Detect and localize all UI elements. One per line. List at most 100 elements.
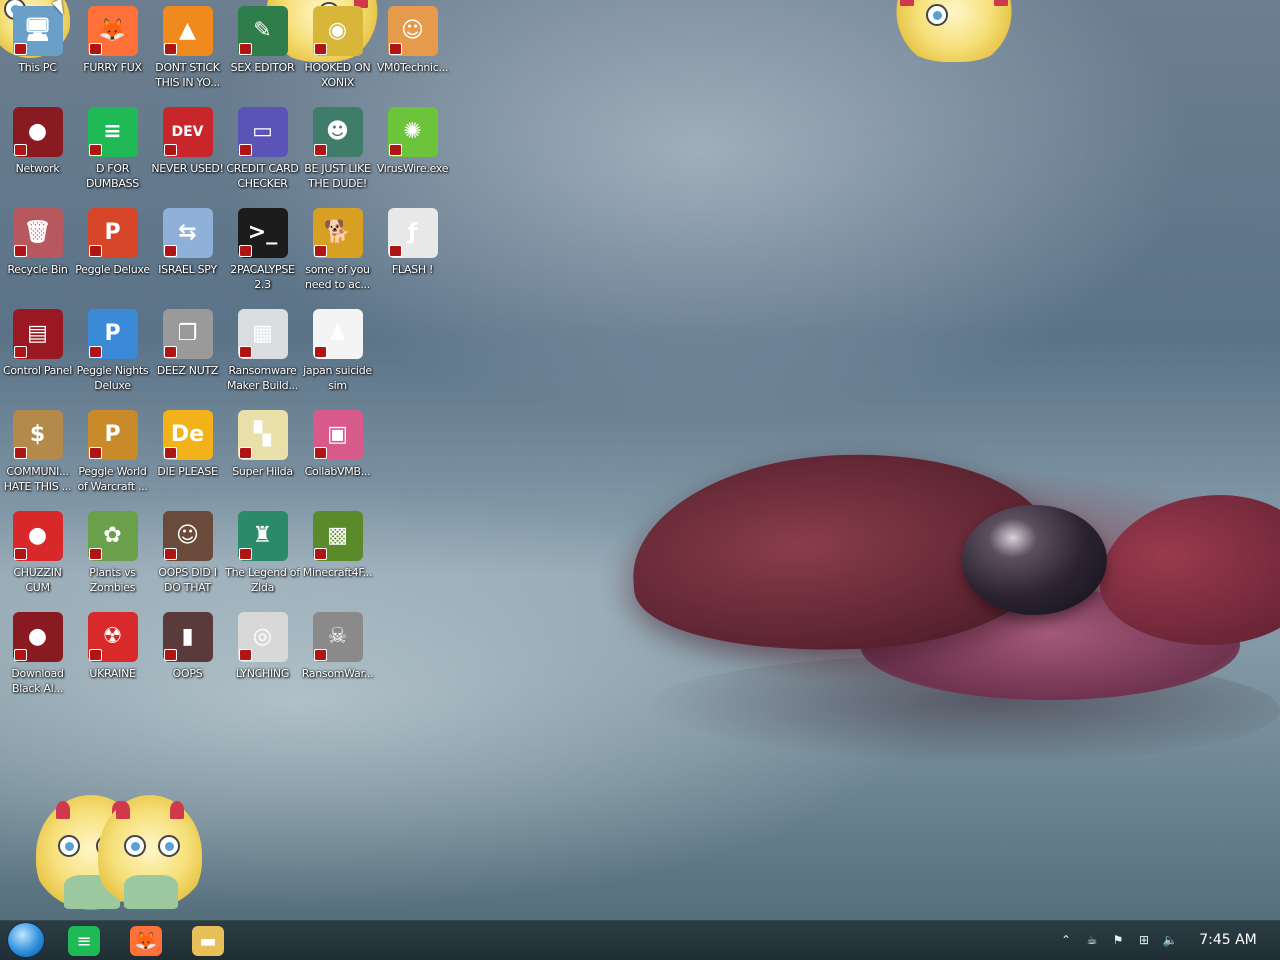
desktop-icon-label: japan suicide sim xyxy=(303,364,372,392)
desktop-icon[interactable]: ▲ DONT STICK THIS IN YO... xyxy=(150,0,225,98)
desktop-icon[interactable]: ◉ HOOKED ON XONIX xyxy=(300,0,375,98)
desktop-icon-label: FLASH ! xyxy=(391,263,434,276)
desktop-icon[interactable]: 🗑 Recycle Bin xyxy=(0,202,75,300)
vlc-cone-icon: ▲ xyxy=(162,6,213,56)
desktop-icon[interactable]: ▤ Control Panel xyxy=(0,303,75,401)
editor-icon: ✎ xyxy=(237,6,288,56)
desktop-icon[interactable]: ▦ Ransomware Maker Build... xyxy=(225,303,300,401)
desktop-icon-label: VM0Technic... xyxy=(376,61,449,74)
desktop-icon-label: The Legend of Zlda xyxy=(225,566,300,594)
desktop-icon[interactable]: ☻ BE JUST LIKE THE DUDE! xyxy=(300,101,375,199)
desktop-icon[interactable]: ☢ UKRAINE xyxy=(75,606,150,704)
network-icon[interactable]: ⊞ xyxy=(1136,932,1152,948)
desktop-icon[interactable]: P Peggle Nights Deluxe xyxy=(75,303,150,401)
desktop-icon-label: Download Black Al... xyxy=(11,667,64,695)
desktop-icon[interactable]: ▮ OOPS xyxy=(150,606,225,704)
firefox-icon: 🦊 xyxy=(130,926,162,956)
desktop-icon[interactable]: 🦊 FURRY FUX xyxy=(75,0,150,98)
desktop-icon-label: Network xyxy=(15,162,60,175)
java-icon[interactable]: ☕ xyxy=(1084,932,1100,948)
recycle-bin-icon: 🗑 xyxy=(12,208,63,258)
chat-icon: ≡ xyxy=(68,926,100,956)
desktop[interactable]: { "desktop": { "icons": [ {"label": "Thi… xyxy=(0,0,1280,960)
desktop-icon[interactable]: ♜ The Legend of Zlda xyxy=(225,505,300,603)
network-icon: ● xyxy=(12,107,63,157)
desktop-icon[interactable]: ƒ FLASH ! xyxy=(375,202,450,300)
desktop-icon[interactable]: $ COMMUNI... HATE THIS ... xyxy=(0,404,75,502)
desktop-icon[interactable]: ✺ VirusWire.exe xyxy=(375,101,450,199)
desktop-icon-label: Minecraft4F... xyxy=(302,566,373,579)
wallpaper-droplet xyxy=(962,505,1107,615)
desktop-icon[interactable]: ≡ D FOR DUMBASS xyxy=(75,101,150,199)
star-sticker-top-right xyxy=(890,0,1018,62)
desktop-icon[interactable]: ☺ VM0Technic... xyxy=(375,0,450,98)
desktop-icon[interactable]: ♟ japan suicide sim xyxy=(300,303,375,401)
dude-icon: ☻ xyxy=(312,107,363,157)
desktop-icon-label: This PC xyxy=(18,61,57,74)
desktop-icon-label: Ransomware Maker Build... xyxy=(227,364,298,392)
terminal-icon: >_ xyxy=(237,208,288,258)
book-icon: ▮ xyxy=(162,612,213,662)
chuzzle-icon: ● xyxy=(12,511,63,561)
taskbar-clock[interactable]: 7:45 AM xyxy=(1186,930,1270,950)
peggle-icon: P xyxy=(87,208,138,258)
firefox-icon: 🦊 xyxy=(87,6,138,56)
desktop-icon[interactable]: 🐕 some of you need to ac... xyxy=(300,202,375,300)
taskbar-file-explorer-button[interactable]: ▬ xyxy=(188,924,228,958)
volume-icon[interactable]: 🔈 xyxy=(1162,932,1178,948)
desktop-icon[interactable]: ● CHUZZIN CUM xyxy=(0,505,75,603)
taskbar-firefox-button[interactable]: 🦊 xyxy=(126,924,166,958)
game-icon: ◉ xyxy=(312,6,363,56)
desktop-icon[interactable]: ▭ CREDIT CARD CHECKER xyxy=(225,101,300,199)
peggle-nights-icon: P xyxy=(87,309,138,359)
desktop-icon-label: HOOKED ON XONIX xyxy=(304,61,371,89)
desktop-icon[interactable]: ▚ Super Hilda xyxy=(225,404,300,502)
taskbar-chat-app-button[interactable]: ≡ xyxy=(64,924,104,958)
desktop-icon[interactable]: ⇆ ISRAEL SPY xyxy=(150,202,225,300)
desktop-icon-label: D FOR DUMBASS xyxy=(86,162,139,190)
desktop-icon[interactable]: ▩ Minecraft4F... xyxy=(300,505,375,603)
flag-icon[interactable]: ⚑ xyxy=(1110,932,1126,948)
desktop-icon-label: DONT STICK THIS IN YO... xyxy=(155,61,220,89)
desktop-icon[interactable]: De DIE PLEASE xyxy=(150,404,225,502)
download-icon: ● xyxy=(12,612,63,662)
desktop-icon[interactable]: P Peggle World of Warcraft ... xyxy=(75,404,150,502)
desktop-icon[interactable]: DEV NEVER USED! xyxy=(150,101,225,199)
desktop-icon-label: Peggle Nights Deluxe xyxy=(76,364,149,392)
desktop-icon-label: Recycle Bin xyxy=(7,263,68,276)
credit-card-icon: ▭ xyxy=(237,107,288,157)
desktop-icon[interactable]: ✎ SEX EDITOR xyxy=(225,0,300,98)
desktop-icon-label: DIE PLEASE xyxy=(157,465,218,478)
wallpaper-petal-right xyxy=(1100,495,1280,645)
monitor-icon: ▣ xyxy=(312,410,363,460)
pixel-cat-icon: ▚ xyxy=(237,410,288,460)
desktop-icon-label: SEX EDITOR xyxy=(230,61,295,74)
desktop-icon[interactable]: ● Download Black Al... xyxy=(0,606,75,704)
desktop-icon[interactable]: ☠ RansomWar... xyxy=(300,606,375,704)
builder-icon: ▦ xyxy=(237,309,288,359)
desktop-icon[interactable]: >_ 2PACALYPSE 2.3 xyxy=(225,202,300,300)
star-sticker-bottom-left-b xyxy=(98,795,202,915)
start-orb-icon[interactable] xyxy=(7,922,45,958)
portrait-icon: ☺ xyxy=(162,511,213,561)
desktop-icon-label: LYNCHING xyxy=(235,667,290,680)
desktop-icon-label: CHUZZIN CUM xyxy=(13,566,62,594)
minecraft-icon: ▩ xyxy=(312,511,363,561)
desktop-icon[interactable]: ❐ DEEZ NUTZ xyxy=(150,303,225,401)
desktop-icon-label: UKRAINE xyxy=(89,667,136,680)
desktop-icon-label: NEVER USED! xyxy=(151,162,224,175)
desktop-icon[interactable]: ◎ LYNCHING xyxy=(225,606,300,704)
desktop-icon-label: Super Hilda xyxy=(232,465,293,478)
desktop-icon-label: BE JUST LIKE THE DUDE! xyxy=(304,162,371,190)
control-panel-icon: ▤ xyxy=(12,309,63,359)
desktop-icon-label: OOPS DID I DO THAT xyxy=(158,566,217,594)
radiation-icon: ☢ xyxy=(87,612,138,662)
desktop-icon[interactable]: ▣ CollabVMB... xyxy=(300,404,375,502)
desktop-icon[interactable]: P Peggle Deluxe xyxy=(75,202,150,300)
desktop-icon[interactable]: ☺ OOPS DID I DO THAT xyxy=(150,505,225,603)
desktop-icon-label: ISRAEL SPY xyxy=(158,263,217,276)
chevron-up-icon[interactable]: ⌃ xyxy=(1058,932,1074,948)
desktop-icon[interactable]: ● Network xyxy=(0,101,75,199)
desktop-icon[interactable]: ✿ Plants vs Zombies xyxy=(75,505,150,603)
desktop-icon-label: some of you need to ac... xyxy=(305,263,370,291)
